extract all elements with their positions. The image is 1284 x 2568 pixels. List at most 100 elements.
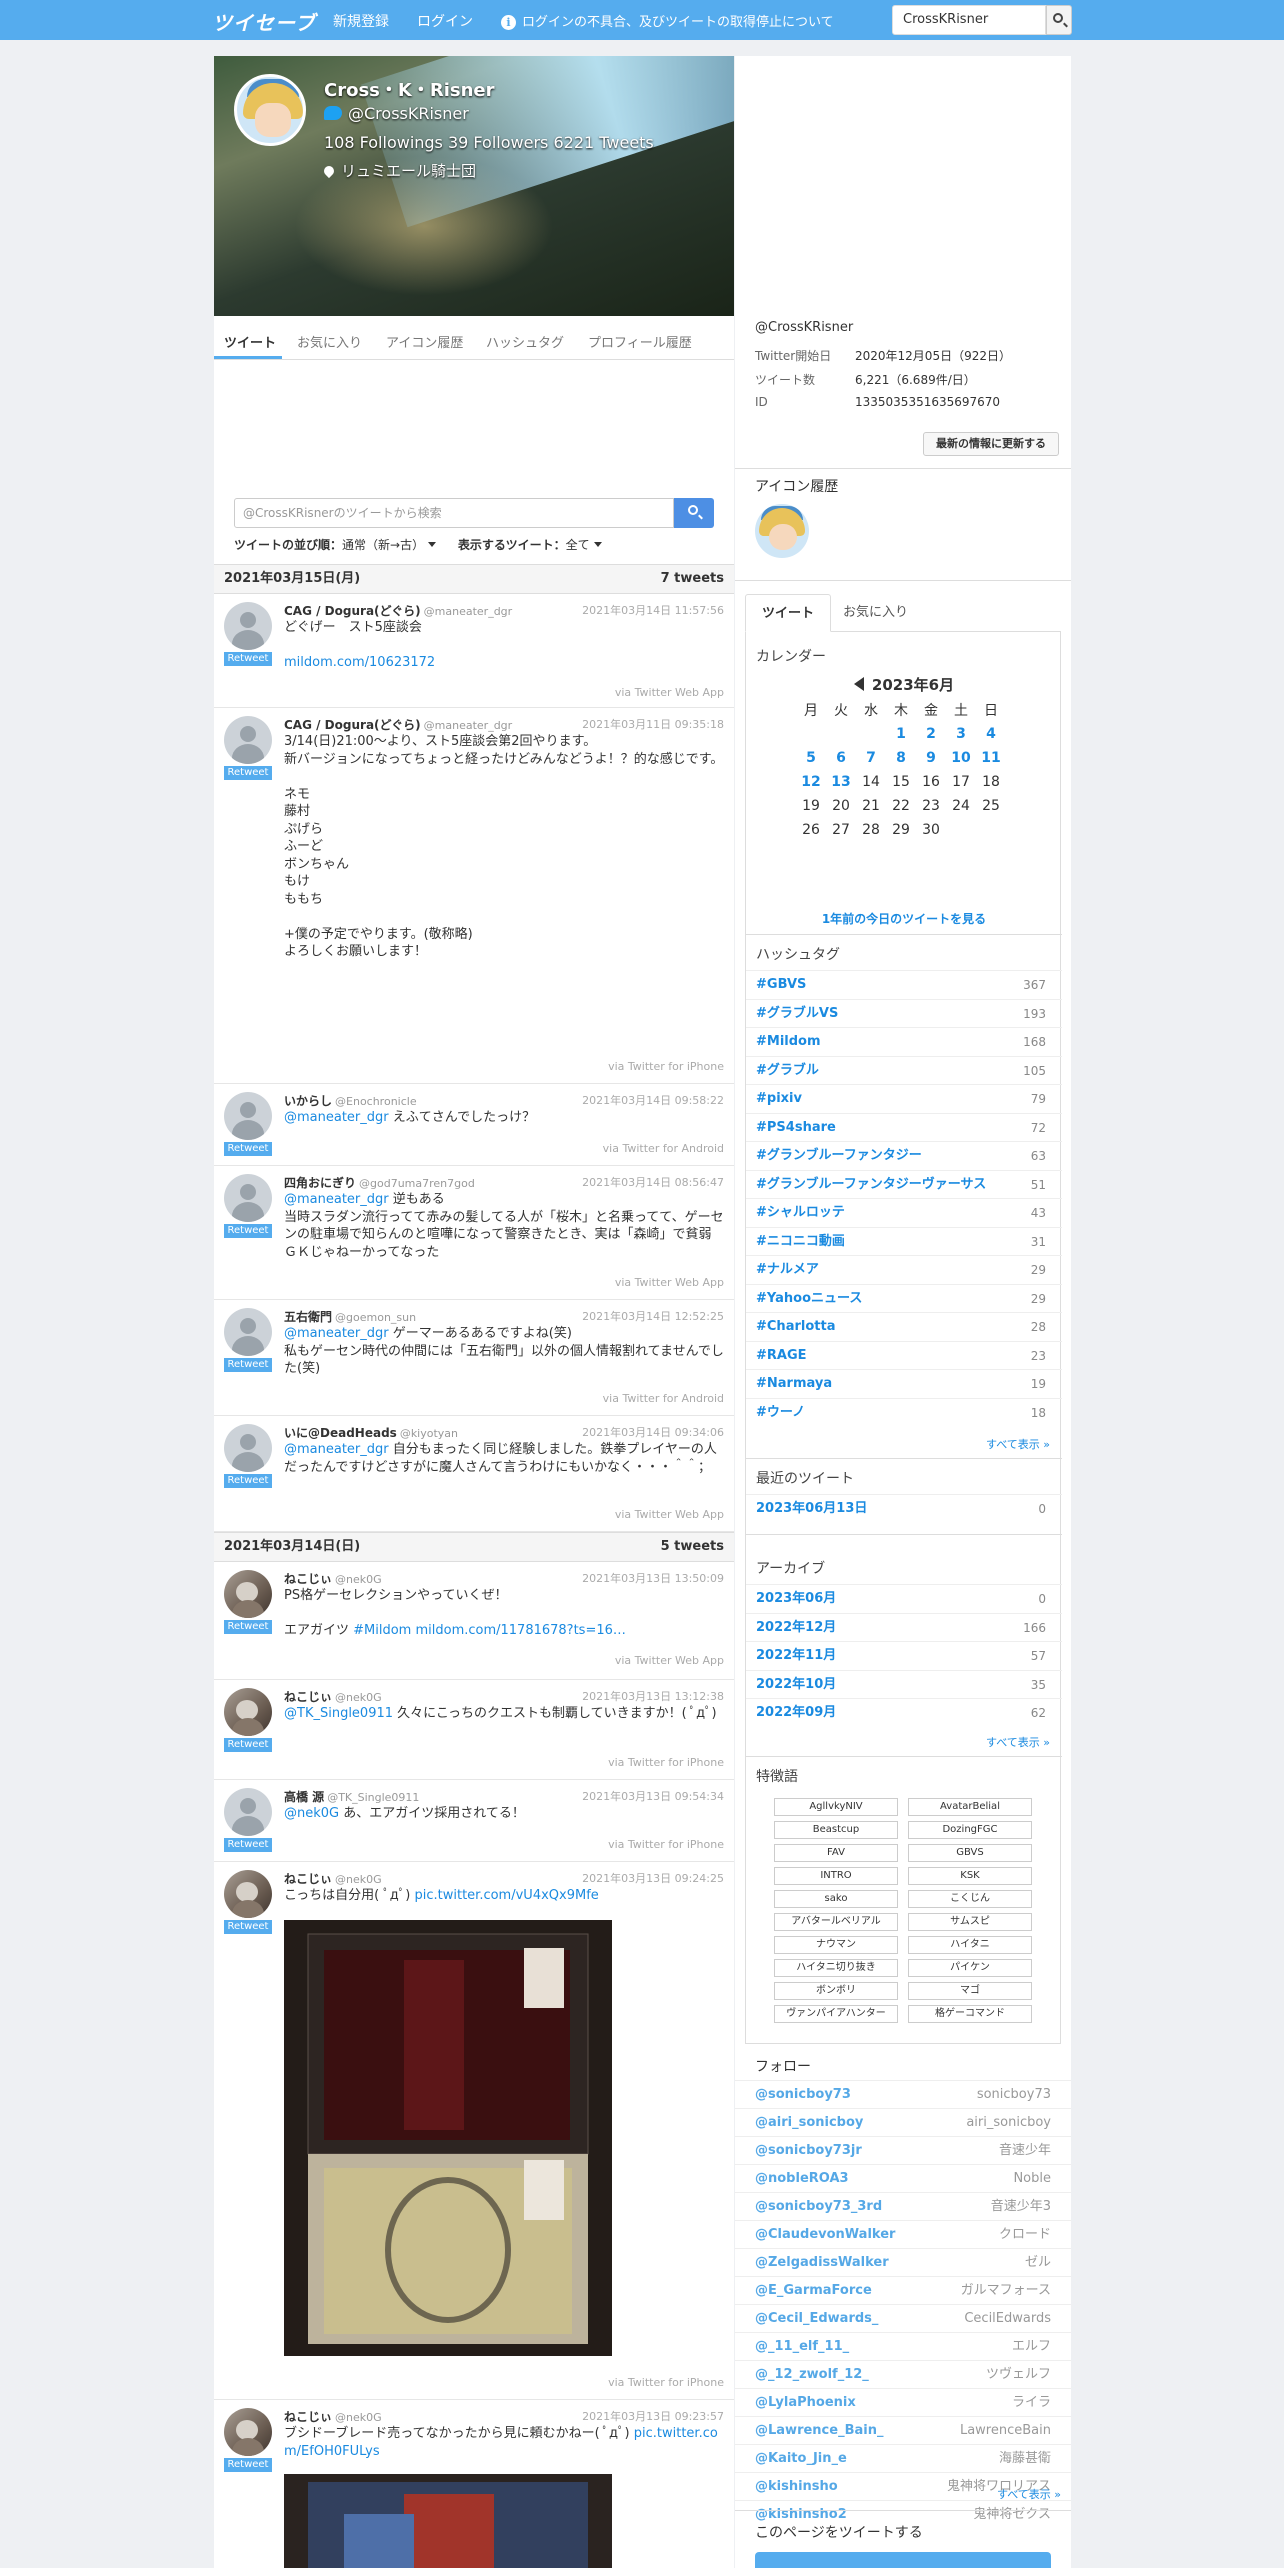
tweet-date[interactable]: 2021年03月13日 13:12:38 [582, 1688, 724, 1704]
follow-item[interactable]: @_11_elf_11_ エルフ [735, 2332, 1071, 2360]
follow-show-all[interactable]: すべて表示 » [997, 2486, 1061, 2502]
keyword-tag[interactable]: ナウマン [774, 1936, 898, 1954]
header-search-input[interactable]: CrossKRisner [892, 5, 1046, 35]
login-link[interactable]: ログイン [417, 11, 473, 31]
tab-tweets[interactable]: ツイート [224, 332, 276, 351]
keyword-tag[interactable]: Beastcup [774, 1821, 898, 1839]
hashtag-item[interactable]: #RAGE 23 [746, 1340, 1062, 1369]
keyword-tag[interactable]: DozingFGC [908, 1821, 1032, 1839]
follow-item[interactable]: @ClaudevonWalker クロード [735, 2220, 1071, 2248]
follow-item[interactable]: @sonicboy73 sonicboy73 [735, 2080, 1071, 2108]
prev-month-icon[interactable] [853, 677, 864, 691]
tab-favorites[interactable]: お気に入り [297, 332, 362, 351]
tweet-search-button[interactable] [674, 498, 714, 528]
tab-profile-history[interactable]: プロフィール履歴 [588, 332, 692, 351]
tweet-date[interactable]: 2021年03月14日 11:57:56 [582, 602, 724, 618]
tweet-date[interactable]: 2021年03月14日 09:58:22 [582, 1092, 724, 1108]
keyword-tag[interactable]: ハイタニ [908, 1936, 1032, 1954]
mention-link[interactable]: @nek0G [284, 1806, 339, 1821]
tweet-author[interactable]: ねこじぃ @nek0G [284, 1570, 382, 1587]
year-ago-link[interactable]: 1年前の今日のツイートを見る [746, 910, 1062, 927]
follow-item[interactable]: @ZelgadissWalker ゼル [735, 2248, 1071, 2276]
follow-item[interactable]: @sonicboy73jr 音速少年 [735, 2136, 1071, 2164]
hashtag-item[interactable]: #PS4share 72 [746, 1112, 1062, 1141]
hashtag-item[interactable]: #ニコニコ動画 31 [746, 1226, 1062, 1255]
tweet-search-input[interactable]: @CrossKRisnerのツイートから検索 [234, 498, 674, 528]
user-avatar[interactable] [224, 1570, 272, 1618]
archive-item[interactable]: 2023年06月 0 [746, 1584, 1062, 1612]
follow-item[interactable]: @Cecil_Edwards_ CecilEdwards [735, 2304, 1071, 2332]
calendar-day[interactable]: 8 [886, 746, 916, 770]
calendar-day[interactable]: 2 [916, 722, 946, 746]
hashtag-item[interactable]: #pixiv 79 [746, 1084, 1062, 1112]
mention-link[interactable]: @TK_Single0911 [284, 1706, 393, 1721]
keyword-tag[interactable]: ボンボリ [774, 1982, 898, 2000]
calendar-day[interactable]: 13 [826, 770, 856, 794]
calendar-day[interactable]: 7 [856, 746, 886, 770]
keyword-tag[interactable]: 格ゲーコマンド [908, 2005, 1032, 2023]
tweet-photo[interactable] [284, 1920, 612, 2356]
hashtag-item[interactable]: #Charlotta 28 [746, 1312, 1062, 1340]
user-avatar[interactable] [224, 1174, 272, 1222]
archive-item[interactable]: 2022年10月 35 [746, 1669, 1062, 1698]
site-logo[interactable]: ツイセーブ [212, 7, 316, 36]
hashtag-item[interactable]: #グラブル 105 [746, 1055, 1062, 1084]
hashtag-item[interactable]: #シャルロッテ 43 [746, 1198, 1062, 1226]
calendar-day[interactable]: 6 [826, 746, 856, 770]
sidebar-tab-tweets[interactable]: ツイート [745, 594, 832, 632]
keyword-tag[interactable]: sako [774, 1890, 898, 1908]
mention-link[interactable]: @maneater_dgr [284, 1110, 389, 1125]
mention-link[interactable]: @maneater_dgr [284, 1192, 389, 1207]
tweet-author[interactable]: いに@DeadHeads @kiyotyan [284, 1424, 458, 1441]
tweet-date[interactable]: 2021年03月14日 09:34:06 [582, 1424, 724, 1440]
calendar-day[interactable]: 11 [976, 746, 1006, 770]
user-avatar[interactable] [224, 1424, 272, 1472]
calendar-day[interactable]: 1 [886, 722, 916, 746]
calendar-day[interactable]: 4 [976, 722, 1006, 746]
keyword-tag[interactable]: ヴァンパイアハンター [774, 2005, 898, 2023]
calendar-day[interactable]: 12 [796, 770, 826, 794]
user-avatar[interactable] [224, 1308, 272, 1356]
follow-item[interactable]: @_12_zwolf_12_ ツヴェルフ [735, 2360, 1071, 2388]
mention-link[interactable]: @maneater_dgr [284, 1326, 389, 1341]
user-avatar[interactable] [224, 1688, 272, 1736]
hashtag-item[interactable]: #ウーノ 18 [746, 1397, 1062, 1426]
archive-item[interactable]: 2022年12月 166 [746, 1612, 1062, 1641]
tweet-author[interactable]: CAG / Dogura(どぐら) @maneater_dgr [284, 602, 512, 619]
archive-show-all[interactable]: すべて表示 » [986, 1734, 1050, 1750]
hashtag-item[interactable]: #Mildom 168 [746, 1027, 1062, 1055]
hashtag-item[interactable]: #ナルメア 29 [746, 1255, 1062, 1283]
tweet-link[interactable]: #Mildom mildom.com/11781678?ts=16… [353, 1623, 626, 1638]
tweet-photo[interactable] [284, 2474, 612, 2568]
keyword-tag[interactable]: AgllvkyNIV [774, 1798, 898, 1816]
tweet-date[interactable]: 2021年03月13日 09:23:57 [582, 2408, 724, 2424]
follow-item[interactable]: @Kaito_Jin_e 海藤甚衛 [735, 2444, 1071, 2472]
tweet-date[interactable]: 2021年03月13日 13:50:09 [582, 1570, 724, 1586]
tab-hashtags[interactable]: ハッシュタグ [486, 332, 564, 351]
calendar-day[interactable]: 5 [796, 746, 826, 770]
keyword-tag[interactable]: アバタールベリアル [774, 1913, 898, 1931]
keyword-tag[interactable]: パイケン [908, 1959, 1032, 1977]
register-link[interactable]: 新規登録 [333, 11, 389, 31]
calendar-day[interactable]: 3 [946, 722, 976, 746]
tweet-author[interactable]: CAG / Dogura(どぐら) @maneater_dgr [284, 716, 512, 733]
tweet-date[interactable]: 2021年03月13日 09:24:25 [582, 1870, 724, 1886]
keyword-tag[interactable]: マゴ [908, 1982, 1032, 2000]
hashtag-item[interactable]: #グラブルVS 193 [746, 998, 1062, 1027]
tweet-date[interactable]: 2021年03月13日 09:54:34 [582, 1788, 724, 1804]
tweet-date[interactable]: 2021年03月14日 12:52:25 [582, 1308, 724, 1324]
recent-item[interactable]: 2023年06月13日 0 [746, 1494, 1062, 1522]
tweet-author[interactable]: ねこじぃ @nek0G [284, 2408, 382, 2425]
profile-avatar[interactable] [234, 74, 306, 146]
keyword-tag[interactable]: こくじん [908, 1890, 1032, 1908]
user-avatar[interactable] [224, 1870, 272, 1918]
hashtag-item[interactable]: #Yahooニュース 29 [746, 1283, 1062, 1312]
hashtag-item[interactable]: #GBVS 367 [746, 970, 1062, 998]
user-avatar[interactable] [224, 1092, 272, 1140]
tweet-author[interactable]: いからし @Enochronicle [284, 1092, 417, 1109]
follow-item[interactable]: @airi_sonicboy airi_sonicboy [735, 2108, 1071, 2136]
sidebar-tab-favorites[interactable]: お気に入り [827, 594, 924, 632]
tweet-author[interactable]: 五右衛門 @goemon_sun [284, 1308, 416, 1325]
tweet-share-button[interactable] [755, 2552, 1051, 2568]
keyword-tag[interactable]: AvatarBelial [908, 1798, 1032, 1816]
